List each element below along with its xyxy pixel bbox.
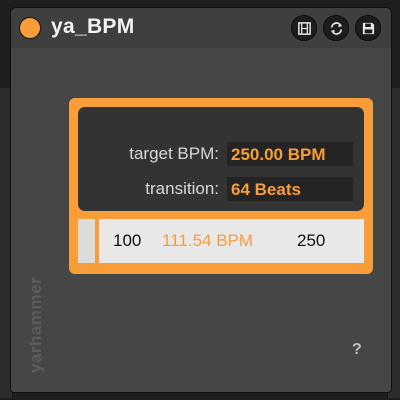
range-min-value: 100 (113, 231, 142, 250)
target-bpm-field[interactable]: 250.00 BPM (227, 142, 353, 166)
transition-label: transition: (145, 179, 219, 198)
transition-field[interactable]: 64 Beats (227, 177, 353, 201)
range-progress-stub (78, 219, 99, 263)
current-bpm-value: 111.54 BPM (162, 231, 254, 250)
settings-area: target BPM: 250.00 BPM transition: 64 Be… (78, 107, 364, 211)
range-max-value: 250 (297, 231, 326, 250)
device-window: ya_BPM yarhammer ? target BPM: 250.00 BP… (10, 7, 392, 393)
title-icon-group (291, 15, 381, 41)
bpm-range-bar[interactable]: 100 111.54 BPM 250 (78, 219, 364, 263)
vendor-label: yarhammer (26, 276, 45, 373)
device-title: ya_BPM (51, 15, 135, 38)
save-icon[interactable] (355, 15, 381, 41)
preset-icon[interactable] (291, 15, 317, 41)
device-power-button[interactable] (19, 17, 41, 39)
refresh-icon-graphic (330, 21, 342, 35)
help-button[interactable]: ? (352, 341, 362, 359)
refresh-icon[interactable] (323, 15, 349, 41)
bpm-panel: target BPM: 250.00 BPM transition: 64 Be… (69, 98, 373, 274)
target-bpm-label: target BPM: (129, 144, 219, 163)
preset-icon-graphic (297, 21, 311, 35)
device-titlebar: ya_BPM (11, 8, 391, 48)
save-icon-graphic (362, 22, 374, 34)
